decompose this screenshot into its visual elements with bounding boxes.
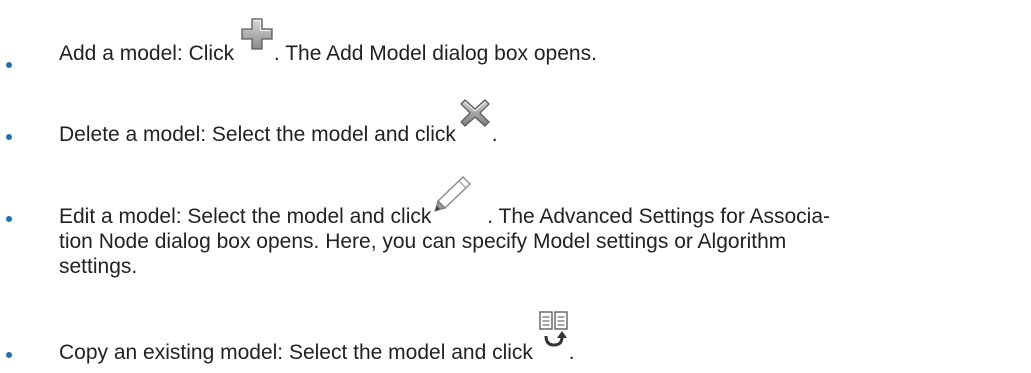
bullet — [6, 134, 12, 140]
edit-model-line-2: tion Node dialog box opens. Here, you ca… — [59, 230, 787, 253]
list-item-text: Delete a model: Select the model and cli… — [59, 99, 1011, 147]
edit-model-line-1: Edit a model: Select the model and click… — [59, 176, 1011, 229]
bullet — [6, 216, 12, 222]
list-item-text: Edit a model: Select the model and click… — [59, 176, 1011, 279]
bullet — [6, 62, 12, 68]
copy-model-text-before: Copy an existing model: Select the model… — [59, 341, 539, 364]
add-plus-icon — [240, 18, 274, 60]
pencil-edit-icon — [434, 176, 487, 223]
add-model-text-before: Add a model: Click — [59, 42, 240, 65]
delete-model-text-after: . — [491, 123, 498, 146]
copy-model-icon — [539, 311, 569, 359]
delete-model-text-before: Delete a model: Select the model and cli… — [59, 123, 462, 146]
list-item-text: Copy an existing model: Select the model… — [59, 311, 1011, 365]
bullet — [6, 352, 12, 358]
edit-model-line-3: settings. — [59, 255, 138, 278]
list-item-text: Add a model: Click . The Add Model dialo… — [59, 18, 1011, 66]
edit-model-text-before: Edit a model: Select the model and click — [59, 205, 438, 228]
add-model-text-after: . The Add Model dialog box opens. — [273, 42, 597, 65]
delete-x-icon — [459, 99, 492, 141]
edit-model-text-after: . The Advanced Settings for Associa- — [487, 205, 831, 228]
